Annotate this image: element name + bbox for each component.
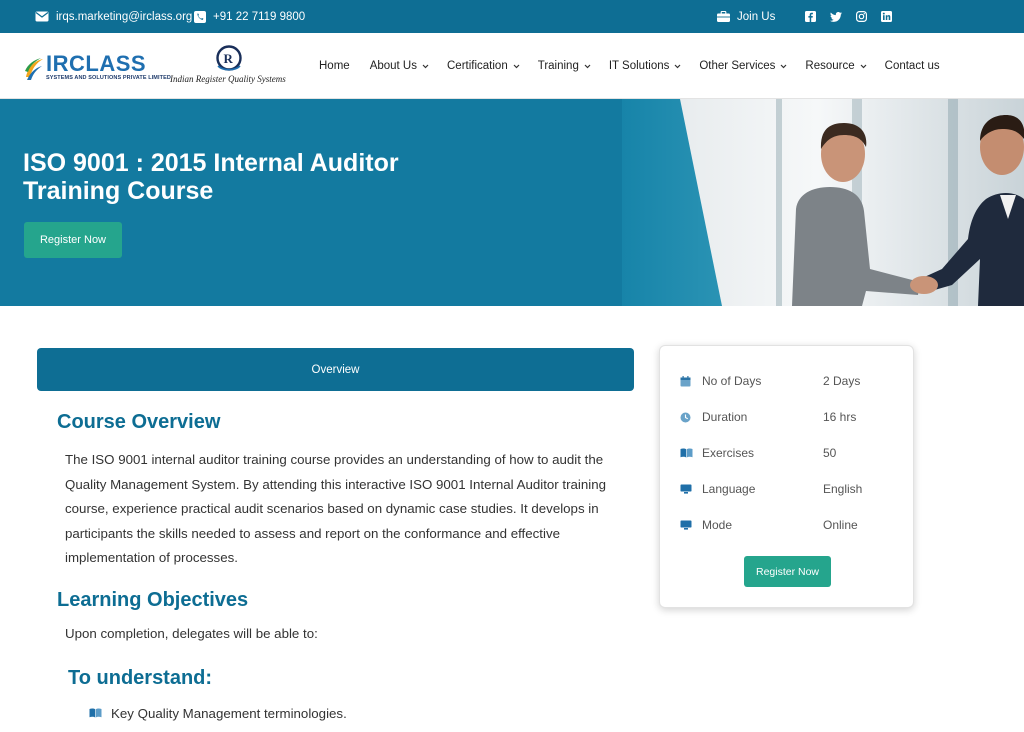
briefcase-icon bbox=[717, 11, 730, 22]
instagram-icon[interactable] bbox=[856, 11, 867, 22]
social-links bbox=[805, 0, 892, 33]
site-header: IRCLASS SYSTEMS AND SOLUTIONS PRIVATE LI… bbox=[0, 33, 1024, 99]
monitor-icon bbox=[680, 484, 702, 494]
learning-objectives-heading: Learning Objectives bbox=[57, 589, 249, 611]
phone-link[interactable]: +91 22 7119 9800 bbox=[194, 0, 305, 33]
detail-row-duration: Duration 16 hrs bbox=[680, 408, 900, 426]
clock-icon bbox=[680, 412, 702, 423]
detail-row-mode: Mode Online bbox=[680, 516, 900, 534]
partner-name: Indian Register Quality Systems bbox=[170, 74, 286, 84]
book-icon bbox=[89, 706, 102, 721]
calendar-icon bbox=[680, 375, 702, 387]
leaf-logo-icon bbox=[24, 55, 44, 86]
phone-icon bbox=[194, 10, 206, 23]
chevron-down-icon bbox=[584, 60, 591, 72]
phone-text: +91 22 7119 9800 bbox=[213, 10, 306, 23]
chevron-down-icon bbox=[860, 60, 867, 72]
nav-item-it-solutions[interactable]: IT Solutions bbox=[609, 60, 682, 72]
hero-register-button[interactable]: Register Now bbox=[24, 222, 122, 258]
brand-name: IRCLASS bbox=[46, 51, 147, 76]
learning-objectives-lead: Upon completion, delegates will be able … bbox=[65, 626, 318, 641]
chevron-down-icon bbox=[513, 60, 520, 72]
email-link[interactable]: irqs.marketing@irclass.org bbox=[35, 0, 192, 33]
chevron-down-icon bbox=[674, 60, 681, 72]
brand-tagline: SYSTEMS AND SOLUTIONS PRIVATE LIMITED bbox=[46, 75, 171, 81]
email-text: irqs.marketing@irclass.org bbox=[56, 10, 193, 23]
nav-item-home[interactable]: Home bbox=[319, 60, 350, 72]
twitter-icon[interactable] bbox=[830, 11, 842, 22]
svg-text:R: R bbox=[224, 51, 234, 66]
handshake-illustration bbox=[792, 115, 1024, 306]
detail-row-days: No of Days 2 Days bbox=[680, 372, 900, 390]
detail-row-language: Language English bbox=[680, 480, 900, 498]
irclass-logo[interactable]: IRCLASS SYSTEMS AND SOLUTIONS PRIVATE LI… bbox=[24, 51, 171, 86]
linkedin-icon[interactable] bbox=[881, 11, 892, 22]
detail-row-exercises: Exercises 50 bbox=[680, 444, 900, 462]
nav-item-contact-us[interactable]: Contact us bbox=[885, 60, 940, 72]
facebook-icon[interactable] bbox=[805, 11, 816, 22]
course-overview-text: The ISO 9001 internal auditor training c… bbox=[65, 452, 607, 565]
card-register-button[interactable]: Register Now bbox=[744, 556, 831, 587]
envelope-icon bbox=[35, 11, 49, 22]
nav-item-other-services[interactable]: Other Services bbox=[699, 60, 787, 72]
join-us-link[interactable]: Join Us bbox=[717, 0, 775, 33]
top-contact-bar: irqs.marketing@irclass.org +91 22 7119 9… bbox=[0, 0, 1024, 33]
course-details-card: No of Days 2 Days Duration 16 hrs Exerci… bbox=[659, 345, 914, 608]
irqs-logo[interactable]: R Indian Register Quality Systems bbox=[170, 44, 290, 92]
course-overview-heading: Course Overview bbox=[57, 411, 221, 433]
to-understand-heading: To understand: bbox=[68, 667, 213, 689]
nav-item-resource[interactable]: Resource bbox=[805, 60, 867, 72]
nav-item-certification[interactable]: Certification bbox=[447, 60, 520, 72]
handshake-photo bbox=[680, 99, 1024, 306]
hero-banner: ISO 9001 : 2015 Internal Auditor Trainin… bbox=[0, 99, 1024, 306]
chevron-down-icon bbox=[422, 60, 429, 72]
hero-title: ISO 9001 : 2015 Internal Auditor Trainin… bbox=[23, 149, 399, 205]
book-icon bbox=[680, 448, 702, 458]
chevron-down-icon bbox=[780, 60, 787, 72]
nav-item-training[interactable]: Training bbox=[538, 60, 591, 72]
join-us-text: Join Us bbox=[737, 10, 776, 23]
list-item: Key Quality Management terminologies. bbox=[89, 706, 347, 721]
tab-overview[interactable]: Overview bbox=[37, 348, 634, 391]
nav-item-about-us[interactable]: About Us bbox=[370, 60, 429, 72]
main-nav: Home About Us Certification Training IT … bbox=[319, 33, 940, 99]
monitor-icon bbox=[680, 520, 702, 530]
